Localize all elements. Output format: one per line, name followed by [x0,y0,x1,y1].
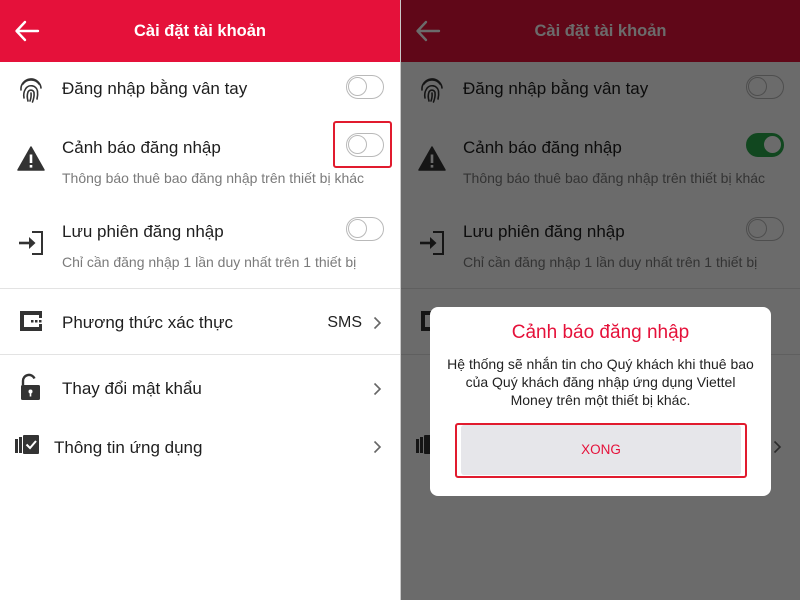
fingerprint-toggle[interactable] [346,75,384,99]
change-password-label: Thay đổi mật khẩu [62,379,202,398]
settings-screen-left: Cài đặt tài khoản Đăng nhập bằng vân tay… [0,0,400,600]
modal-overlay[interactable] [401,0,800,600]
setting-change-password[interactable]: Thay đổi mật khẩu [0,355,400,420]
login-icon [19,231,43,255]
login-alert-label: Cảnh báo đăng nhập [62,138,221,157]
settings-screen-right: Cài đặt tài khoản Đăng nhập bằng vân tay… [401,0,800,600]
fingerprint-label: Đăng nhập bằng vân tay [62,79,248,98]
login-alert-description: Thông báo thuê bao đăng nhập trên thiết … [62,170,365,186]
auth-method-icon [20,311,42,331]
dialog-message: Hệ thống sẽ nhắn tin cho Quý khách khi t… [447,356,754,408]
toggle-knob [348,219,367,238]
app-header: Cài đặt tài khoản [0,0,400,62]
setting-login-alert: Cảnh báo đăng nhập Thông báo thuê bao đă… [0,118,400,203]
fingerprint-icon [20,78,42,103]
unlock-icon [21,373,40,400]
app-info-icon [15,435,39,454]
chevron-right-icon [373,382,382,396]
toggle-highlight-box [333,121,392,168]
toggle-knob [348,77,367,96]
page-title: Cài đặt tài khoản [133,22,267,40]
chevron-right-icon [373,316,382,330]
setting-auth-method[interactable]: Phương thức xác thực SMS [0,289,400,354]
save-session-description: Chỉ cần đăng nhập 1 lần duy nhất trên 1 … [62,254,357,270]
button-highlight-box [455,423,747,478]
dialog-title: Cảnh báo đăng nhập [511,322,690,343]
chevron-right-icon [373,440,382,454]
setting-fingerprint: Đăng nhập bằng vân tay [0,62,400,118]
warning-icon [17,146,45,171]
setting-app-info[interactable]: Thông tin ứng dụng [0,420,400,475]
auth-method-label: Phương thức xác thực [62,313,233,332]
save-session-toggle[interactable] [346,217,384,241]
login-alert-dialog: Cảnh báo đăng nhập Hệ thống sẽ nhắn tin … [430,307,771,496]
app-info-label: Thông tin ứng dụng [54,438,203,457]
save-session-label: Lưu phiên đăng nhập [62,222,224,241]
setting-save-session: Lưu phiên đăng nhập Chỉ cần đăng nhập 1 … [0,203,400,288]
auth-method-value: SMS [327,314,362,331]
